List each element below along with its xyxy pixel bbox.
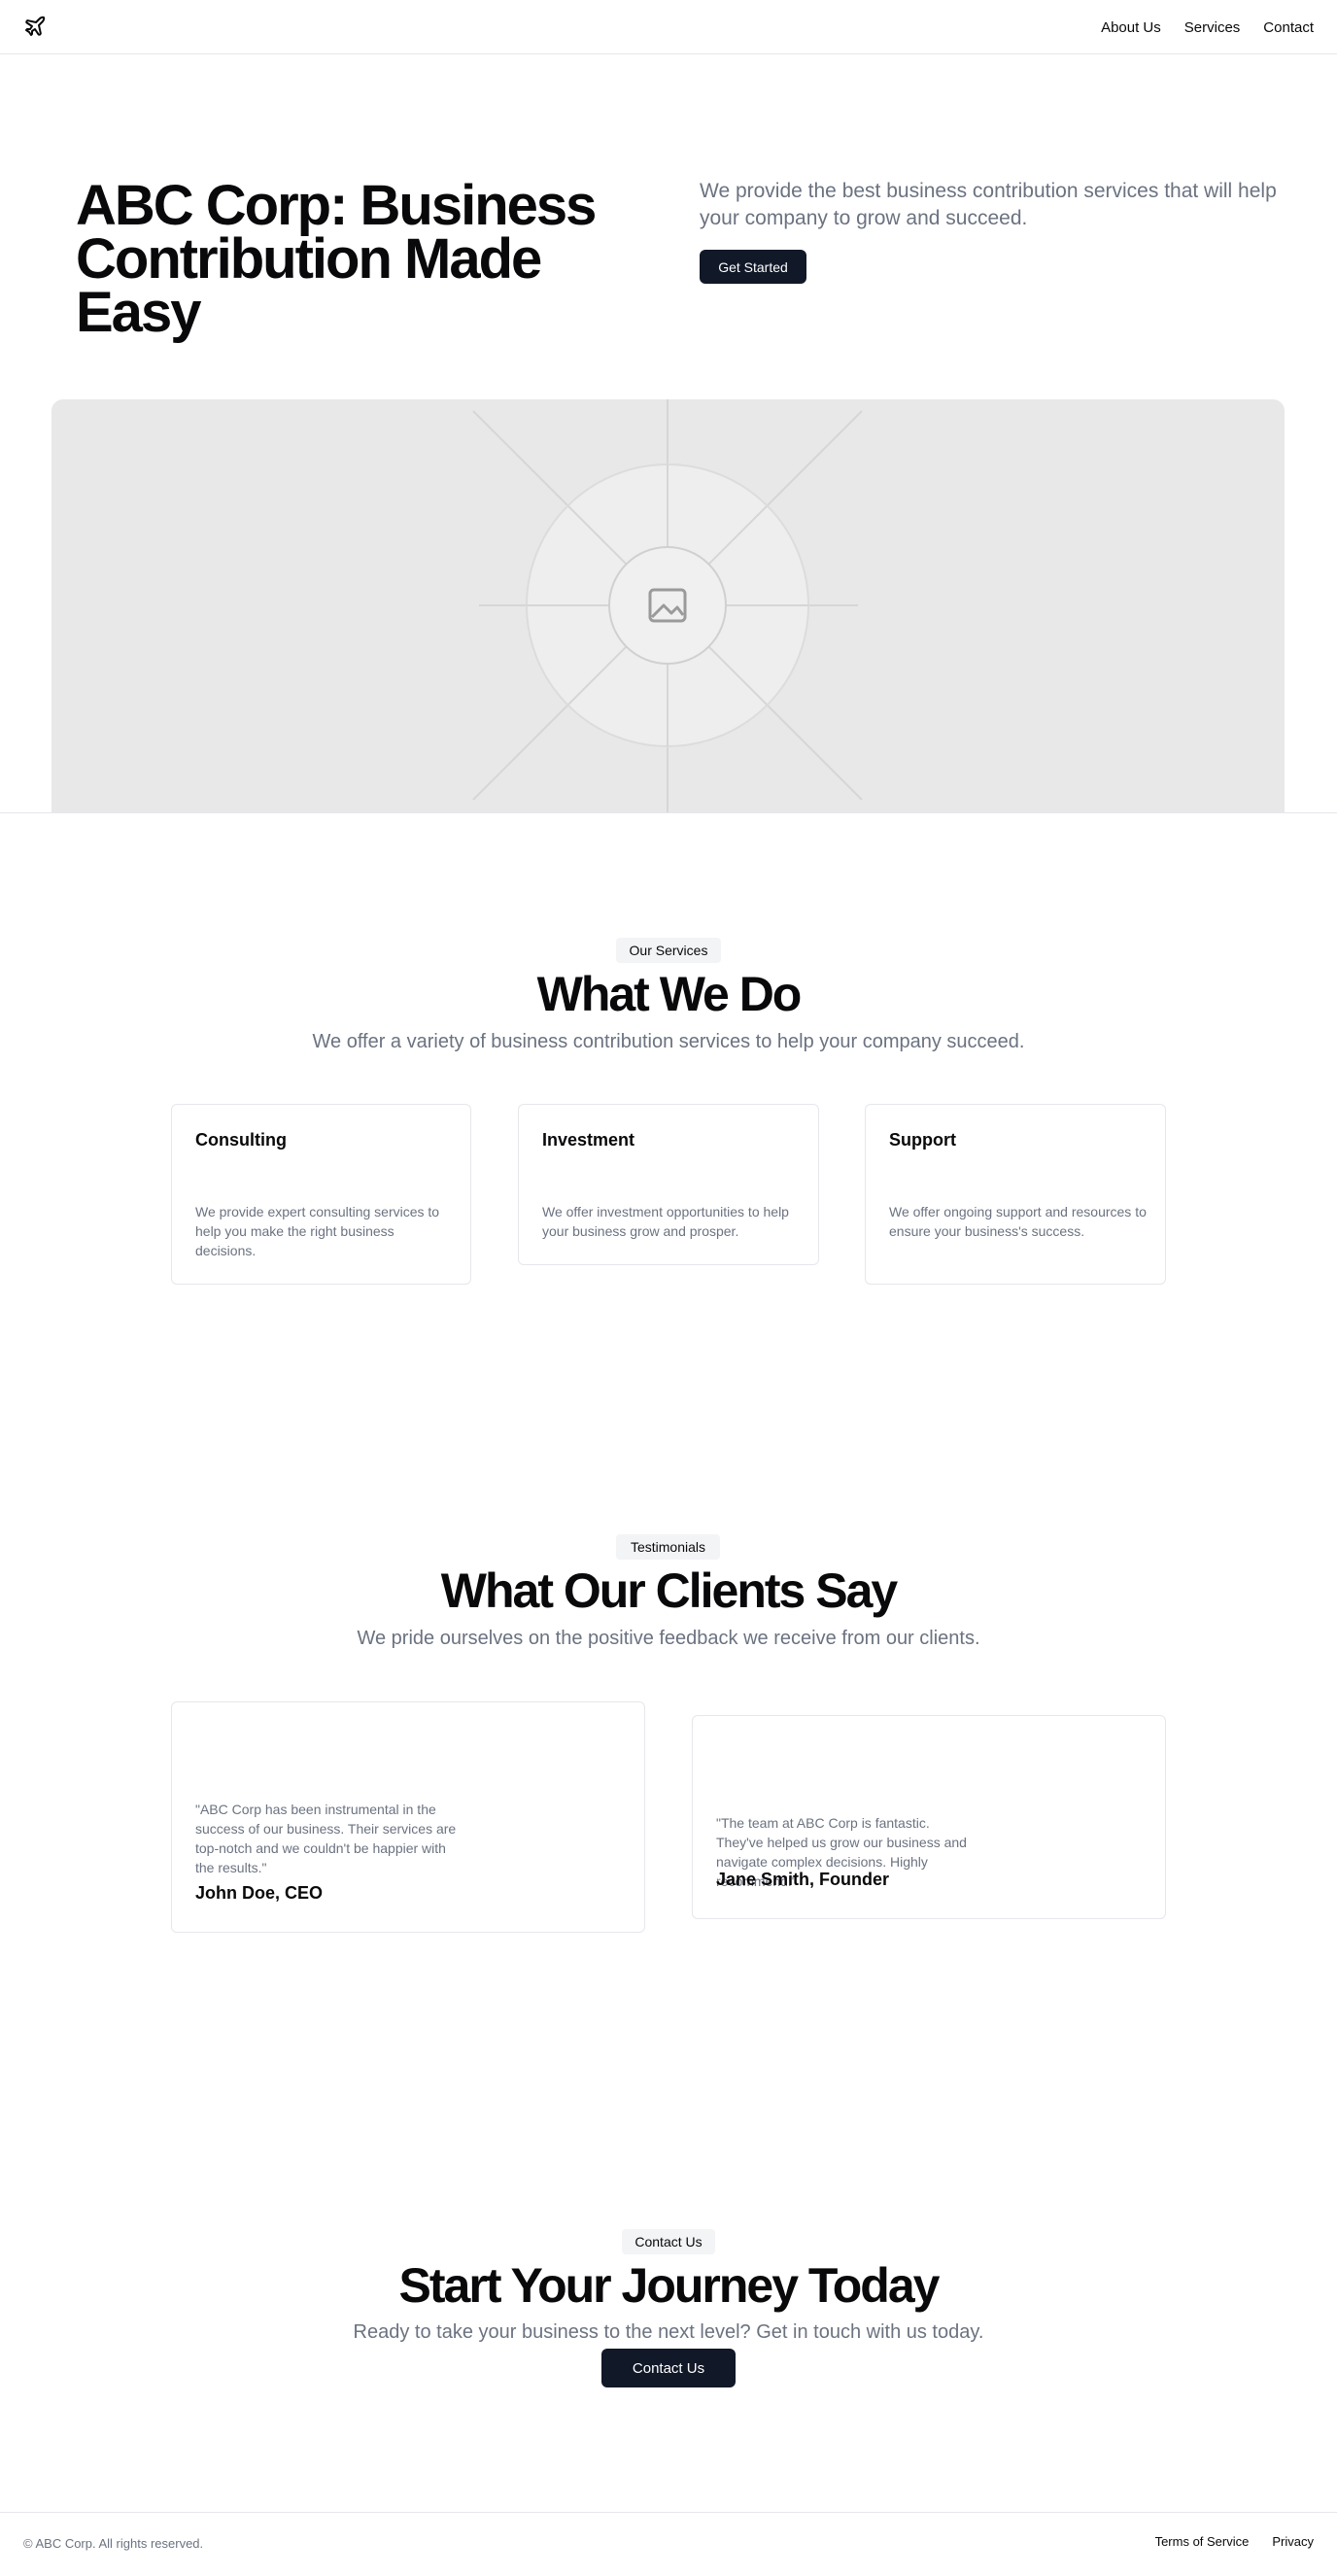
nav-about-us[interactable]: About Us <box>1101 19 1161 36</box>
testimonials-badge: Testimonials <box>616 1534 720 1560</box>
testimonial-author: John Doe, CEO <box>195 1883 324 1903</box>
service-card-text: We offer ongoing support and resources t… <box>889 1204 1147 1239</box>
plane-icon[interactable] <box>23 15 47 38</box>
main-nav: About Us Services Contact <box>1101 0 1314 54</box>
service-card-consulting: Consulting We provide expert consulting … <box>171 1104 471 1285</box>
nav-services[interactable]: Services <box>1184 19 1241 36</box>
site-footer: © ABC Corp. All rights reserved. Terms o… <box>0 2512 1337 2576</box>
hero-image <box>51 399 1285 813</box>
service-card-title: Investment <box>542 1130 635 1150</box>
testimonials-subtitle: We pride ourselves on the positive feedb… <box>357 1628 980 1649</box>
nav-contact[interactable]: Contact <box>1263 19 1314 36</box>
testimonial-quote: "ABC Corp has been instrumental in the s… <box>195 1802 457 1875</box>
contact-badge: Contact Us <box>622 2229 715 2254</box>
services-subtitle: We offer a variety of business contribut… <box>312 1031 1025 1052</box>
service-card-text: We offer investment opportunities to hel… <box>542 1204 789 1239</box>
contact-subtitle: Ready to take your business to the next … <box>353 2321 984 2343</box>
terms-of-service-link[interactable]: Terms of Service <box>1155 2534 1250 2549</box>
services-title: What We Do <box>536 967 803 1021</box>
hero-description: We provide the best business contributio… <box>700 180 1277 229</box>
hero-divider <box>0 812 1337 813</box>
image-placeholder-icon <box>472 399 863 813</box>
site-header: About Us Services Contact <box>0 0 1337 54</box>
privacy-link[interactable]: Privacy <box>1272 2534 1314 2549</box>
service-card-title: Consulting <box>195 1130 287 1150</box>
contact-us-button[interactable]: Contact Us <box>601 2349 736 2387</box>
testimonials-title: What Our Clients Say <box>440 1563 898 1618</box>
footer-links: Terms of Service Privacy <box>1155 2534 1314 2549</box>
service-card-investment: Investment We offer investment opportuni… <box>518 1104 819 1265</box>
testimonial-card: "ABC Corp has been instrumental in the s… <box>171 1701 645 1933</box>
testimonial-author: Jane Smith, Founder <box>716 1870 890 1889</box>
service-card-title: Support <box>889 1130 956 1150</box>
copyright-text: © ABC Corp. All rights reserved. <box>23 2536 204 2551</box>
hero-title: ABC Corp: Business Contribution Made Eas… <box>76 174 597 344</box>
service-card-text: We provide expert consulting services to… <box>195 1204 440 1258</box>
contact-title: Start Your Journey Today <box>398 2258 941 2313</box>
get-started-button[interactable]: Get Started <box>700 250 806 284</box>
services-badge: Our Services <box>616 938 721 963</box>
testimonial-card: "The team at ABC Corp is fantastic. They… <box>692 1715 1166 1919</box>
service-card-support: Support We offer ongoing support and res… <box>865 1104 1166 1285</box>
